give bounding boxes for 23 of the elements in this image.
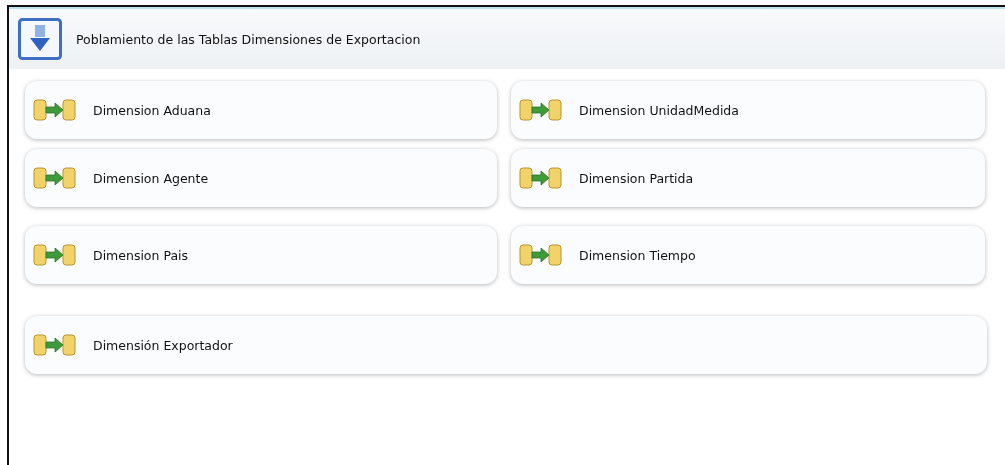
task-label: Dimension Agente [93, 170, 209, 186]
data-flow-task[interactable]: Dimension Pais [25, 226, 497, 284]
data-flow-task[interactable]: Dimension Tiempo [511, 226, 985, 284]
container-title: Poblamiento de las Tablas Dimensiones de Exportacion [76, 31, 421, 47]
data-flow-task[interactable]: Dimension Partida [511, 149, 985, 207]
data-flow-icon [33, 98, 77, 122]
data-flow-icon [33, 166, 77, 190]
task-label: Dimension Pais [93, 247, 189, 263]
data-flow-task[interactable]: Dimension Aduana [25, 81, 497, 139]
data-flow-icon [519, 243, 563, 267]
sequence-container[interactable]: Poblamiento de las Tablas Dimensiones de Exportacion Dimension Aduana Dimension UnidadMedida Dimension Agente Dimension Partida Dimension Pais Dimension Tiempo Dimensión Exportador [7, 5, 1005, 465]
task-label: Dimension Partida [579, 170, 694, 186]
data-flow-task[interactable]: Dimensión Exportador [25, 316, 987, 374]
task-label: Dimension UnidadMedida [579, 102, 739, 118]
data-flow-task[interactable]: Dimension UnidadMedida [511, 81, 985, 139]
task-label: Dimension Aduana [93, 102, 211, 118]
data-flow-icon [33, 243, 77, 267]
task-label: Dimension Tiempo [579, 247, 696, 263]
task-label: Dimensión Exportador [93, 337, 233, 353]
data-flow-icon [519, 166, 563, 190]
data-flow-icon [33, 333, 77, 357]
data-flow-icon [519, 98, 563, 122]
data-flow-task[interactable]: Dimension Agente [25, 149, 497, 207]
